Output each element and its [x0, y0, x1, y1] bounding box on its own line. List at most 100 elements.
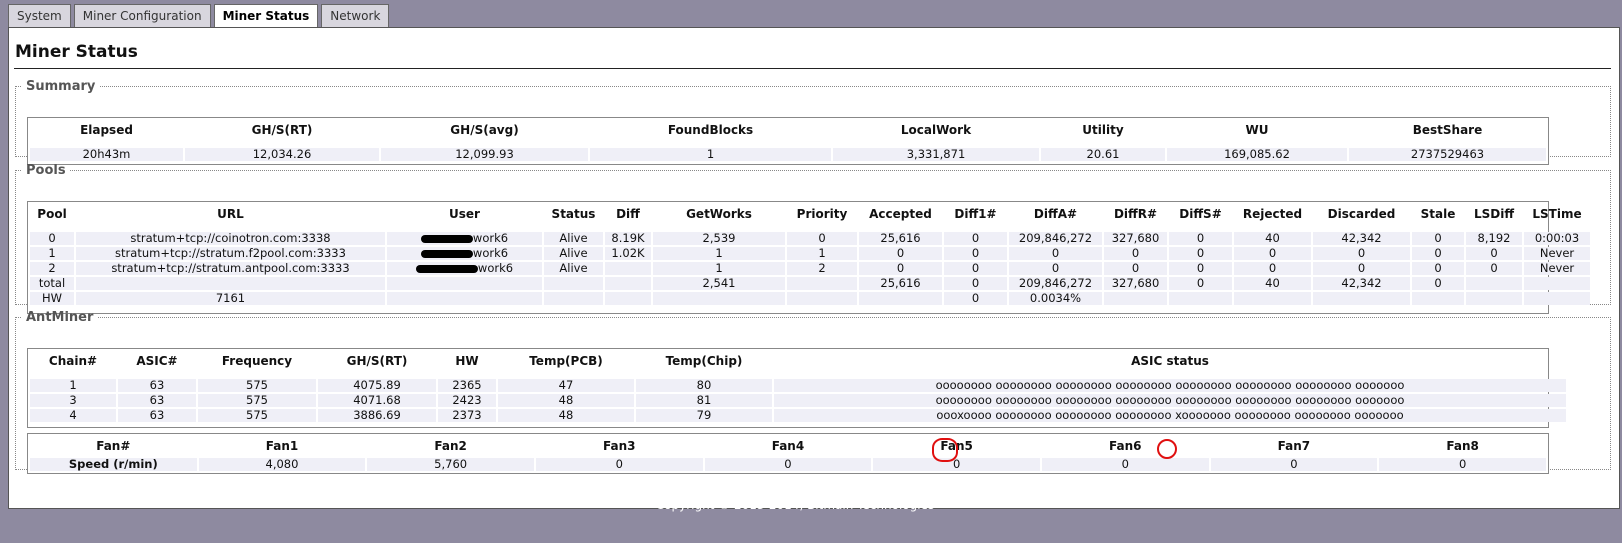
pool-column-header: Discarded	[1327, 207, 1396, 221]
pool-cell: 0	[1009, 262, 1102, 275]
pool-cell: Alive	[544, 247, 603, 260]
antminer-section: AntMiner Chain# ASIC# Frequency GH/S(RT) HW T…	[15, 310, 1611, 474]
pool-cell: 0	[1169, 262, 1232, 275]
pool-cell	[605, 292, 651, 305]
pool-cell: 327,680	[1104, 277, 1167, 290]
redaction-mark	[420, 249, 473, 258]
summary-value: 3,331,871	[833, 148, 1039, 161]
pool-cell: Never	[1524, 262, 1590, 275]
pool-cell: 0	[1234, 262, 1311, 275]
fan-header: Fan8	[1446, 439, 1479, 453]
pool-cell: 1	[653, 247, 785, 260]
pool-cell: 2,539	[653, 232, 785, 245]
pool-cell	[859, 292, 942, 305]
chain-cell: 575	[198, 409, 316, 422]
summary-header: GH/S(RT)	[251, 123, 313, 137]
summary-header: BestShare	[1412, 123, 1483, 137]
pool-cell: 0	[1169, 247, 1232, 260]
fan-header: Fan7	[1277, 439, 1311, 453]
summary-value: 169,085.62	[1167, 148, 1347, 161]
fan-speed-label: Speed (r/min)	[30, 458, 197, 471]
footer-copyright: Copyright © 2013-2014, Bitmain Technolog…	[655, 498, 935, 512]
asic-status-cell: oooooooo oooooooo oooooooo oooooooo oooo…	[774, 394, 1566, 407]
pool-cell	[1313, 292, 1410, 305]
summary-header: Utility	[1082, 123, 1124, 137]
pools-section: Pools Pool URL User Status Diff GetWorks Prior…	[15, 163, 1611, 314]
tab-miner-configuration[interactable]: Miner Configuration	[73, 4, 211, 28]
fan-header: Fan3	[603, 439, 636, 453]
tab-network[interactable]: Network	[321, 4, 390, 28]
summary-value: 12,034.26	[185, 148, 379, 161]
fan-speed-value: 0	[1379, 458, 1546, 471]
pool-cell: 40	[1234, 232, 1311, 245]
pool-cell: 42,342	[1313, 277, 1410, 290]
pool-column-header: Status	[551, 207, 596, 221]
pool-cell: stratum+tcp://stratum.f2pool.com:3333	[76, 247, 385, 260]
pool-cell	[1169, 292, 1232, 305]
chain-row: 1 63 575 4075.89 2365 47 80 oooooooo oooooooo o…	[30, 379, 1566, 392]
pool-cell: 1	[653, 262, 785, 275]
pool-cell: 42,342	[1313, 232, 1410, 245]
pool-column-header: Rejected	[1242, 207, 1303, 221]
fan-header: Fan2	[434, 439, 467, 453]
summary-header: LocalWork	[900, 123, 972, 137]
pool-cell	[387, 277, 542, 290]
chain-cell: 2373	[438, 409, 496, 422]
chain-column-header: GH/S(RT)	[346, 354, 408, 368]
pool-cell: 40	[1234, 277, 1311, 290]
summary-header: Elapsed	[80, 123, 133, 137]
pool-column-header: DiffR#	[1113, 207, 1158, 221]
chain-cell: 575	[198, 394, 316, 407]
pool-cell: stratum+tcp://coinotron.com:3338	[76, 232, 385, 245]
pool-cell: 0	[1412, 247, 1464, 260]
chain-cell: 48	[498, 409, 634, 422]
fan-speed-value: 0	[704, 458, 872, 471]
chain-cell: 80	[636, 379, 772, 392]
chain-cell: 81	[636, 394, 772, 407]
pool-cell: 0	[1313, 262, 1410, 275]
fan-speed-value: 5,760	[367, 458, 534, 471]
pool-cell	[1466, 292, 1522, 305]
summary-table-frame: Elapsed GH/S(RT) GH/S(avg) FoundBlocks Local…	[27, 117, 1549, 165]
chain-cell: 63	[118, 379, 196, 392]
chain-cell: 79	[636, 409, 772, 422]
annotation-circle	[932, 438, 958, 462]
pool-cell: 0:00:03	[1524, 232, 1590, 245]
pool-column-header: Priority	[796, 207, 848, 221]
summary-header: FoundBlocks	[667, 123, 754, 137]
fan-speed-value: 0	[535, 458, 703, 471]
chain-cell: 4071.68	[318, 394, 436, 407]
chain-row: 3 63 575 4071.68 2423 48 81 oooooooo oooooooo o…	[30, 394, 1566, 407]
pool-cell	[387, 292, 542, 305]
pool-cell	[1412, 292, 1464, 305]
pool-user-suffix: work6	[472, 232, 509, 245]
summary-table: Elapsed GH/S(RT) GH/S(avg) FoundBlocks Local…	[28, 118, 1548, 163]
asic-status-cell: oooxoooo oooooooo oooooooo oooooooo xooo…	[774, 409, 1566, 422]
pools-legend: Pools	[26, 163, 66, 178]
fan-header: Fan4	[771, 439, 805, 453]
summary-value: 20h43m	[30, 148, 183, 161]
pool-cell: 0	[787, 232, 857, 245]
chain-column-header: ASIC status	[1131, 354, 1209, 368]
chain-column-header: Temp(Chip)	[665, 354, 743, 368]
pool-cell: 1.02K	[605, 247, 651, 260]
pool-cell: 0	[1412, 232, 1464, 245]
pool-cell: 0	[1104, 262, 1167, 275]
pool-cell: 8.19K	[605, 232, 651, 245]
chain-column-header: Frequency	[221, 354, 293, 368]
pools-table: Pool URL User Status Diff GetWorks Priority Acc…	[28, 202, 1592, 307]
antminer-legend: AntMiner	[26, 310, 94, 325]
pool-column-header: Diff	[616, 207, 640, 221]
tab-system[interactable]: System	[8, 4, 71, 28]
chain-table: Chain# ASIC# Frequency GH/S(RT) HW Temp(PCB) T…	[28, 349, 1568, 424]
pools-table-frame: Pool URL User Status Diff GetWorks Priority Acc…	[27, 201, 1590, 314]
chain-cell: 1	[30, 379, 116, 392]
content-panel: Miner Status Summary Elapsed GH/S(RT) GH/S…	[8, 27, 1620, 509]
pool-column-header: Accepted	[869, 207, 932, 221]
pool-cell: Alive	[544, 232, 603, 245]
fan-header: Fan1	[265, 439, 299, 453]
fan-header: Fan6	[1109, 439, 1142, 453]
pool-cell	[653, 292, 785, 305]
pool-cell: 25,616	[859, 232, 942, 245]
pool-column-header: Diff1#	[954, 207, 997, 221]
